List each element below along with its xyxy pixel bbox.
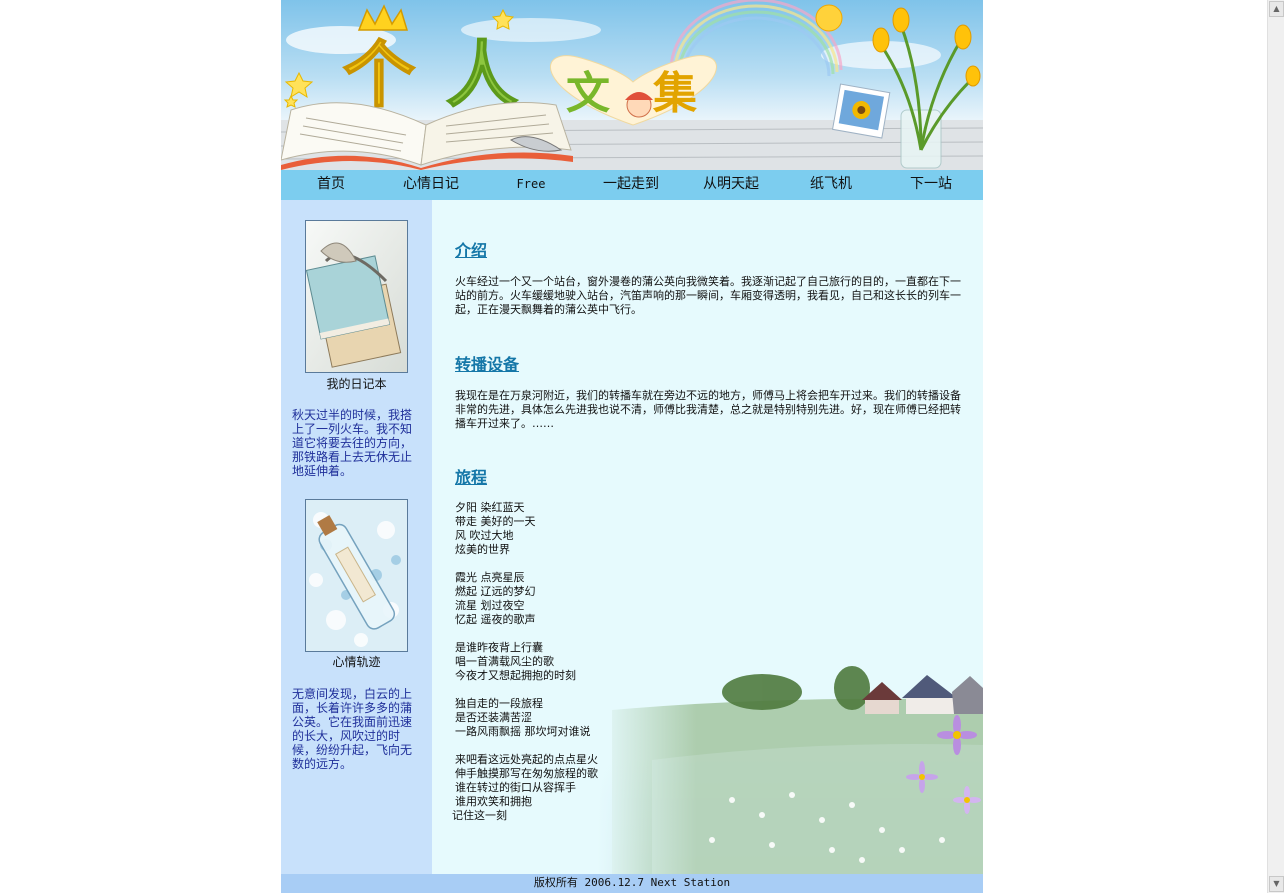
poem-line: 独自走的一段旅程 bbox=[455, 697, 543, 710]
nav-item-from-tomorrow[interactable]: 从明天起 bbox=[681, 170, 781, 200]
nav-item-home[interactable]: 首页 bbox=[281, 170, 381, 200]
mood-caption: 心情轨迹 bbox=[332, 655, 381, 669]
poem-line: 夕阳 染红蓝天 bbox=[455, 501, 525, 514]
poem-line: 流星 划过夜空 bbox=[455, 599, 525, 612]
header-banner: 个 人 文 集 bbox=[281, 0, 983, 170]
section-title-intro[interactable]: 介绍 bbox=[455, 237, 487, 261]
poem-line: 谁用欢笑和拥抱 bbox=[455, 795, 532, 808]
vertical-scrollbar[interactable]: ▲ ▼ bbox=[1267, 0, 1284, 893]
section-text-intro: 火车经过一个又一个站台，窗外漫卷的蒲公英向我微笑着。我逐渐记起了自己旅行的目的，… bbox=[455, 275, 961, 316]
nav-item-paper-plane[interactable]: 纸飞机 bbox=[781, 170, 881, 200]
poem-line: 霞光 点亮星辰 bbox=[455, 571, 525, 584]
nav-item-next-stop[interactable]: 下一站 bbox=[881, 170, 981, 200]
poem-line: 是谁昨夜背上行囊 bbox=[455, 641, 543, 654]
poem-line: 唱一首满载风尘的歌 bbox=[455, 655, 554, 668]
page-container: 个 人 文 集 首页 心情日记 Free 一起走到 从明天起 纸飞机 下一站 我… bbox=[281, 0, 983, 893]
banner-subtitle-char-1: 文 bbox=[566, 68, 610, 119]
diary-text: 秋天过半的时候，我搭上了一列火车。我不知道它将要去往的方向，那铁路看上去无休无止… bbox=[292, 408, 413, 478]
section-title-journey[interactable]: 旅程 bbox=[455, 464, 487, 488]
section-title-broadcast[interactable]: 转播设备 bbox=[455, 351, 519, 375]
nav-item-mood-diary[interactable]: 心情日记 bbox=[381, 170, 481, 200]
top-nav: 首页 心情日记 Free 一起走到 从明天起 纸飞机 下一站 bbox=[281, 170, 983, 200]
banner-illustration: 个 人 文 集 bbox=[281, 0, 983, 170]
nav-item-walk-together[interactable]: 一起走到 bbox=[581, 170, 681, 200]
poem-line: 今夜才又想起拥抱的时刻 bbox=[455, 669, 576, 682]
mood-image[interactable] bbox=[305, 499, 408, 652]
mood-text: 无意间发现，白云的上面，长着许许多多的蒲公英。它在我面前迅速的长大，风吹过的时候… bbox=[292, 687, 413, 771]
footer: 版权所有 2006.12.7 Next Station bbox=[281, 874, 983, 893]
poem-line: 风 吹过大地 bbox=[455, 529, 514, 542]
diary-caption: 我的日记本 bbox=[326, 377, 387, 391]
poem-line: 燃起 辽远的梦幻 bbox=[455, 585, 536, 598]
section-text-broadcast: 我现在是在万泉河附近，我们的转播车就在旁边不远的地方，师傅马上将会把车开过来。我… bbox=[455, 389, 961, 430]
poem-line: 一路风雨飘摇 那坎坷对谁说 bbox=[455, 725, 591, 738]
poem-line: 炫美的世界 bbox=[455, 543, 510, 556]
journey-poem: 夕阳 染红蓝天 带走 美好的一天 风 吹过大地 炫美的世界 霞光 点亮星辰 燃起… bbox=[452, 501, 755, 823]
poem-line: 谁在转过的街口从容挥手 bbox=[455, 781, 576, 794]
diary-image[interactable] bbox=[305, 220, 408, 373]
poem-line: 忆起 遥夜的歌声 bbox=[455, 613, 536, 626]
poem-line: 来吧看这远处亮起的点点星火 bbox=[455, 753, 598, 766]
scroll-down-icon[interactable]: ▼ bbox=[1269, 876, 1284, 892]
sidebar: 我的日记本 秋天过半的时候，我搭上了一列火车。我不知道它将要去往的方向，那铁路看… bbox=[281, 200, 432, 874]
nav-item-free[interactable]: Free bbox=[481, 170, 581, 200]
scroll-up-icon[interactable]: ▲ bbox=[1269, 1, 1284, 17]
main-content: 介绍 火车经过一个又一个站台，窗外漫卷的蒲公英向我微笑着。我逐渐记起了自己旅行的… bbox=[432, 200, 983, 874]
banner-subtitle-char-2: 集 bbox=[652, 68, 697, 119]
poem-line: 带走 美好的一天 bbox=[455, 515, 536, 528]
poem-line: 是否还装满苦涩 bbox=[455, 711, 532, 724]
poem-line: 记住这一刻 bbox=[452, 809, 507, 822]
poem-line: 伸手触摸那写在匆匆旅程的歌 bbox=[455, 767, 598, 780]
